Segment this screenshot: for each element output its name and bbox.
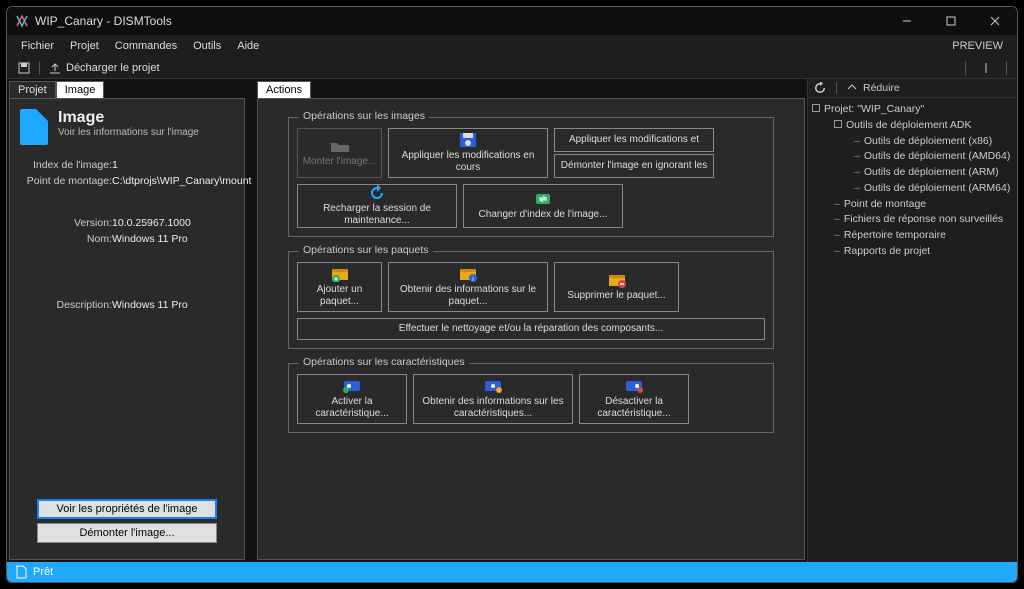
actions-panel: Opérations sur les images Monter l'image… xyxy=(257,98,805,560)
label-version: Version: xyxy=(20,217,112,229)
switch-icon xyxy=(532,191,554,207)
menu-help[interactable]: Aide xyxy=(229,38,267,54)
toolbar-pin-icon[interactable] xyxy=(976,62,996,74)
label-name: Nom: xyxy=(20,233,112,245)
menu-tools[interactable]: Outils xyxy=(185,38,229,54)
image-page-icon xyxy=(20,109,48,145)
tree-temp[interactable]: –Répertoire temporaire xyxy=(812,228,1013,244)
refresh-tree-icon[interactable] xyxy=(814,82,826,94)
image-info-panel: Image Voir les informations sur l'image … xyxy=(9,98,245,560)
menu-project[interactable]: Projet xyxy=(62,38,107,54)
project-tree-panel: Réduire Projet: "WIP_Canary" Outils de d… xyxy=(807,79,1017,562)
statusbar: Prêt xyxy=(7,562,1017,582)
toolbar: Décharger le projet xyxy=(7,57,1017,79)
unmount-image-button[interactable]: Démonter l'image... xyxy=(37,523,217,543)
switch-index-button[interactable]: Changer d'index de l'image... xyxy=(463,184,623,228)
menu-file[interactable]: Fichier xyxy=(13,38,62,54)
value-name: Windows 11 Pro xyxy=(112,233,234,245)
label-image-index: Index de l'image: xyxy=(20,159,112,171)
save-icon[interactable] xyxy=(13,61,35,75)
feature-enable-icon xyxy=(341,378,363,394)
svg-text:i: i xyxy=(498,388,499,393)
tab-project[interactable]: Projet xyxy=(9,81,56,98)
status-text: Prêt xyxy=(33,566,53,578)
maximize-button[interactable] xyxy=(937,11,965,31)
tree-reports[interactable]: –Rapports de projet xyxy=(812,244,1013,260)
feature-disable-icon xyxy=(623,378,645,394)
enable-feature-button[interactable]: Activer la caractéristique... xyxy=(297,374,407,424)
mount-image-button[interactable]: Monter l'image... xyxy=(297,128,382,178)
add-package-button[interactable]: Ajouter un paquet... xyxy=(297,262,382,312)
tab-image[interactable]: Image xyxy=(56,81,105,98)
tree-adk-x86[interactable]: –Outils de déploiement (x86) xyxy=(812,134,1013,150)
view-image-properties-button[interactable]: Voir les propriétés de l'image xyxy=(37,499,217,519)
group-title-features: Opérations sur les caractéristiques xyxy=(299,356,469,368)
refresh-icon xyxy=(366,185,388,201)
label-description: Description: xyxy=(20,299,112,311)
tree-answer-files[interactable]: –Fichiers de réponse non surveillés xyxy=(812,212,1013,228)
reduce-label[interactable]: Réduire xyxy=(863,82,900,94)
image-subheading: Voir les informations sur l'image xyxy=(58,127,199,138)
folder-icon xyxy=(329,138,351,154)
group-package-operations: Opérations sur les paquets Ajouter un pa… xyxy=(288,251,774,349)
unload-project-button[interactable]: Décharger le projet xyxy=(44,61,164,75)
image-heading: Image xyxy=(58,109,199,127)
collapse-tree-icon[interactable] xyxy=(847,83,857,93)
label-mount-point: Point de montage: xyxy=(20,175,112,187)
status-page-icon xyxy=(15,565,27,579)
tree-adk-arm64[interactable]: –Outils de déploiement (ARM64) xyxy=(812,181,1013,197)
tree-adk-amd64[interactable]: –Outils de déploiement (AMD64) xyxy=(812,149,1013,165)
value-mount-point: C:\dtprojs\WIP_Canary\mount xyxy=(112,175,251,187)
value-description: Windows 11 Pro xyxy=(112,299,234,311)
reload-session-button[interactable]: Recharger la session de maintenance... xyxy=(297,184,457,228)
preview-label: PREVIEW xyxy=(952,40,1011,52)
tree-mount[interactable]: –Point de montage xyxy=(812,197,1013,213)
window-title: WIP_Canary - DISMTools xyxy=(35,14,893,28)
apply-changes-button[interactable]: Appliquer les modifications en cours xyxy=(388,128,548,178)
package-add-icon xyxy=(329,266,351,282)
value-image-index: 1 xyxy=(112,159,251,171)
remove-package-button[interactable]: Supprimer le paquet... xyxy=(554,262,679,312)
feature-info-button[interactable]: i Obtenir des informations sur les carac… xyxy=(413,374,573,424)
unload-project-label: Décharger le projet xyxy=(66,62,160,74)
group-image-operations: Opérations sur les images Monter l'image… xyxy=(288,117,774,237)
package-info-button[interactable]: i Obtenir des informations sur le paquet… xyxy=(388,262,548,312)
group-feature-operations: Opérations sur les caractéristiques Acti… xyxy=(288,363,774,433)
discard-and-unmount-button[interactable]: Démonter l'image en ignorant les xyxy=(554,154,714,178)
app-icon xyxy=(15,14,29,28)
disable-feature-button[interactable]: Désactiver la caractéristique... xyxy=(579,374,689,424)
close-button[interactable] xyxy=(981,11,1009,31)
menu-commands[interactable]: Commandes xyxy=(107,38,185,54)
group-title-images: Opérations sur les images xyxy=(299,110,429,122)
feature-info-icon: i xyxy=(482,378,504,394)
titlebar: WIP_Canary - DISMTools xyxy=(7,7,1017,35)
tree-root[interactable]: Projet: "WIP_Canary" xyxy=(812,102,1013,118)
value-version: 10.0.25967.1000 xyxy=(112,217,234,229)
tree-adk-arm[interactable]: –Outils de déploiement (ARM) xyxy=(812,165,1013,181)
tab-actions[interactable]: Actions xyxy=(257,81,311,98)
group-title-packages: Opérations sur les paquets xyxy=(299,244,433,256)
package-info-icon: i xyxy=(457,266,479,282)
save-disk-icon xyxy=(457,132,479,148)
cleanup-button[interactable]: Effectuer le nettoyage et/ou la réparati… xyxy=(297,318,765,340)
tree-adk[interactable]: Outils de déploiement ADK xyxy=(812,118,1013,134)
menubar: Fichier Projet Commandes Outils Aide PRE… xyxy=(7,35,1017,57)
minimize-button[interactable] xyxy=(893,11,921,31)
apply-and-unmount-button[interactable]: Appliquer les modifications et xyxy=(554,128,714,152)
package-remove-icon xyxy=(606,272,628,288)
